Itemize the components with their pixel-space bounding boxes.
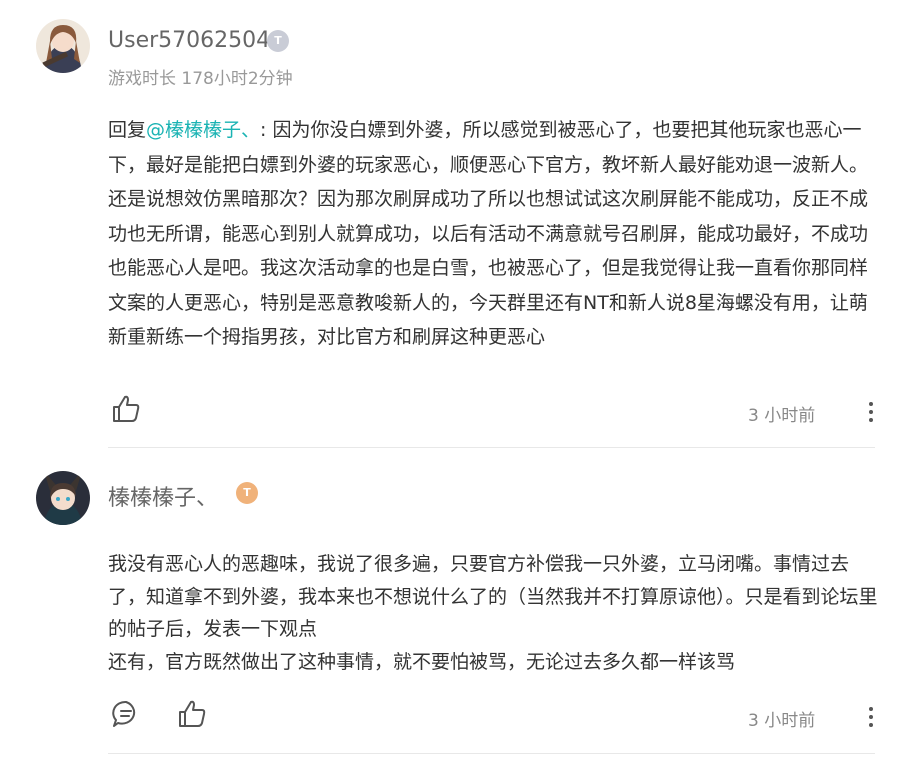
playtime: 游戏时长 178小时2分钟 xyxy=(108,69,293,89)
mention-link[interactable]: @榛榛榛子、 xyxy=(146,119,260,141)
like-icon xyxy=(113,395,140,422)
level-badge: T xyxy=(236,482,258,504)
reply-prefix: 回复 xyxy=(108,119,147,141)
username[interactable]: 榛榛榛子、 xyxy=(108,480,218,512)
like-icon xyxy=(179,700,206,727)
comment-paragraph: 我没有恶心人的恶趣味，我说了很多遍，只要官方补偿我一只外婆，立马闭嘴。事情过去了… xyxy=(108,553,878,640)
level-badge: T xyxy=(267,30,289,52)
more-icon[interactable] xyxy=(866,400,876,424)
comment-item: User57062504 T 游戏时长 178小时2分钟 回复@榛榛榛子、: 因… xyxy=(0,0,903,448)
comment-body: 回复@榛榛榛子、: 因为你没白嫖到外婆，所以感觉到被恶心了，也要把其他玩家也恶心… xyxy=(108,113,878,355)
more-icon[interactable] xyxy=(866,705,876,729)
timestamp: 3 小时前 xyxy=(748,406,816,426)
reply-button[interactable] xyxy=(110,698,142,730)
comment-icon xyxy=(112,700,136,727)
comment-text: 因为你没白嫖到外婆，所以感觉到被恶心了，也要把其他玩家也恶心一下，最好是能把白嫖… xyxy=(108,119,869,348)
like-button[interactable] xyxy=(110,393,142,425)
like-button[interactable] xyxy=(176,698,208,730)
comment-body: 我没有恶心人的恶趣味，我说了很多遍，只要官方补偿我一只外婆，立马闭嘴。事情过去了… xyxy=(108,548,878,678)
avatar[interactable] xyxy=(36,19,90,73)
username[interactable]: User57062504 xyxy=(108,28,270,53)
comment-item: 榛榛榛子、 T 我没有恶心人的恶趣味，我说了很多遍，只要官方补偿我一只外婆，立马… xyxy=(0,448,903,760)
avatar[interactable] xyxy=(36,471,90,525)
timestamp: 3 小时前 xyxy=(748,711,816,731)
divider xyxy=(108,753,875,754)
comment-paragraph: 还有，官方既然做出了这种事情，就不要怕被骂，无论过去多久都一样该骂 xyxy=(108,650,736,673)
